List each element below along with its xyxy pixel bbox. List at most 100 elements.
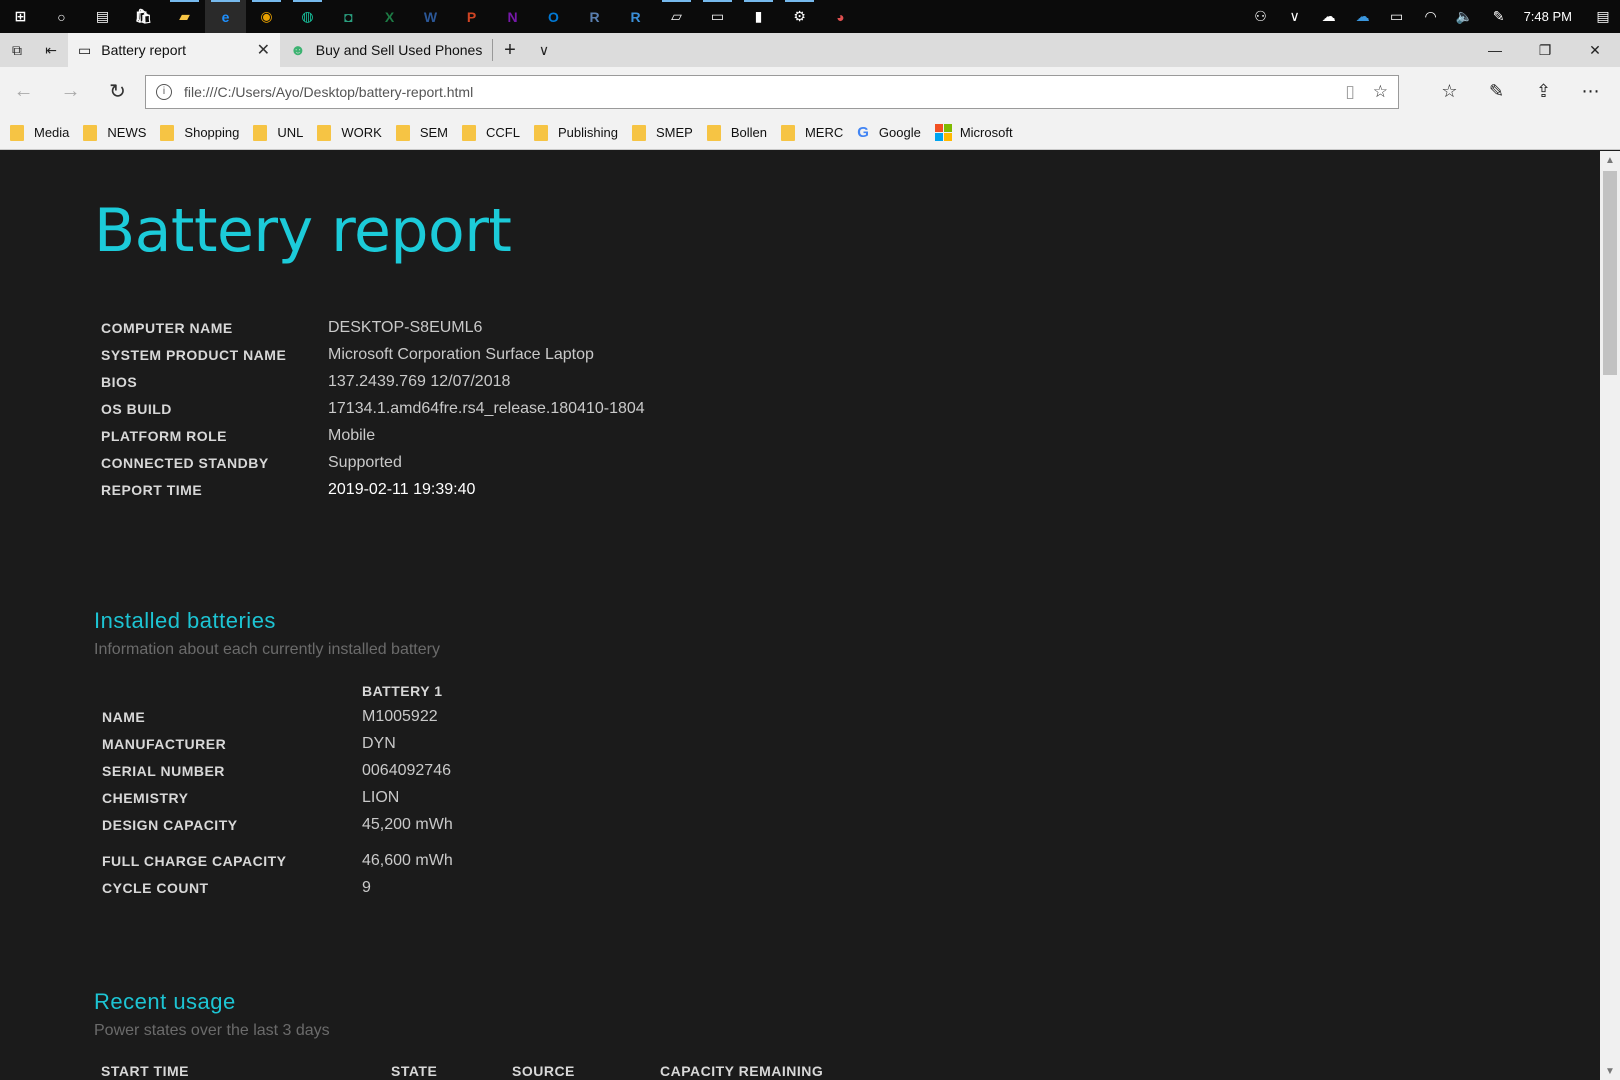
powerpoint-icon[interactable]: P [451, 0, 492, 33]
excel-icon[interactable]: X [369, 0, 410, 33]
forward-icon[interactable]: → [47, 67, 94, 116]
system-label: PLATFORM ROLE [101, 428, 228, 444]
word-icon[interactable]: W [410, 0, 451, 33]
bookmark-work[interactable]: WORK [317, 124, 382, 141]
close-window-icon[interactable]: ✕ [1570, 33, 1620, 67]
bookmark-label: Microsoft [959, 125, 1013, 140]
url-text[interactable]: file:///C:/Users/Ayo/Desktop/battery-rep… [184, 84, 1327, 100]
tab-battery-report[interactable]: ▭ Battery report ✕ [68, 33, 280, 67]
restore-icon[interactable]: ❐ [1520, 33, 1570, 67]
system-tray: ⚇ ∨ ☁ ☁ ▭ ◠ 🔈 ✎ 7:48 PM ▤ [1244, 0, 1620, 33]
battery-label: NAME [102, 709, 146, 725]
scrollbar-thumb[interactable] [1603, 171, 1617, 375]
wifi-icon[interactable]: ◠ [1414, 0, 1448, 33]
bookmark-microsoft[interactable]: Microsoft [934, 124, 1013, 141]
globe-app-icon[interactable]: ◍ [287, 0, 328, 33]
bookmark-label: NEWS [107, 125, 147, 140]
pen-icon[interactable]: ✎ [1482, 0, 1516, 33]
store-icon[interactable]: 🛍 [123, 0, 164, 33]
onedrive-white-icon[interactable]: ☁ [1312, 0, 1346, 33]
set-aside-tabs-icon[interactable]: ⇤ [34, 33, 68, 67]
battery-value: 9 [362, 879, 371, 896]
terminal-icon[interactable]: ▭ [697, 0, 738, 33]
scroll-down-icon[interactable]: ▼ [1600, 1062, 1620, 1080]
folder-icon [462, 124, 477, 141]
vertical-scrollbar[interactable]: ▲ ▼ [1600, 151, 1620, 1080]
system-value: 17134.1.amd64fre.rs4_release.180410-1804 [328, 400, 645, 417]
battery-label: CHEMISTRY [102, 790, 189, 806]
chrome-icon[interactable]: ◉ [246, 0, 287, 33]
bookmark-media[interactable]: Media [10, 124, 69, 141]
battery-icon[interactable]: ▭ [1380, 0, 1414, 33]
bookmark-label: SEM [419, 125, 449, 140]
folder-icon [631, 124, 646, 141]
recent-usage-heading: Recent usage [94, 989, 236, 1014]
onenote-icon[interactable]: N [492, 0, 533, 33]
rstudio-icon[interactable]: R [615, 0, 656, 33]
system-label: REPORT TIME [101, 482, 203, 498]
address-bar[interactable]: i file:///C:/Users/Ayo/Desktop/battery-r… [145, 74, 1399, 109]
battery-value: DYN [362, 735, 396, 752]
bookmark-label: MERC [804, 125, 844, 140]
bookmark-label: UNL [277, 125, 304, 140]
bookmark-google[interactable]: G Google [857, 124, 921, 141]
taskbar: ⊞ ○ ▤ 🛍 ▰ e ◉ ◍ ◘ X W P N O R R ▱ ▭ ▮ ⚙ ◕ ⚇ ∨ ☁ ☁ ▭ ◠ 🔈 ✎ 7:48 PM ▤ [0, 0, 1620, 33]
file-explorer-icon[interactable]: ▰ [164, 0, 205, 33]
new-tab-icon[interactable]: + [493, 33, 527, 67]
outlook-icon[interactable]: O [533, 0, 574, 33]
favorites-hub-icon[interactable]: ☆ [1426, 67, 1473, 116]
scroll-up-icon[interactable]: ▲ [1600, 151, 1620, 169]
bookmark-merc[interactable]: MERC [780, 124, 844, 141]
bookmark-label: Publishing [557, 125, 618, 140]
tab-list-chevron-icon[interactable]: ∨ [527, 33, 561, 67]
bookmark-unl[interactable]: UNL [253, 124, 304, 141]
edge-icon[interactable]: e [205, 0, 246, 33]
tray-icons: ⚇ ∨ ☁ ☁ ▭ ◠ 🔈 ✎ [1244, 0, 1516, 33]
paint-icon[interactable]: ◕ [820, 0, 861, 33]
info-icon[interactable]: i [156, 83, 172, 100]
usb-icon[interactable]: ▮ [738, 0, 779, 33]
minimize-icon[interactable]: — [1470, 33, 1520, 67]
share-icon[interactable]: ⇪ [1520, 67, 1567, 116]
folder-icon [533, 124, 548, 141]
battery-value: 0064092746 [362, 762, 451, 779]
tab-used-phones[interactable]: ☻ Buy and Sell Used Phones, I [280, 33, 492, 67]
reading-view-icon[interactable]: ▯ [1345, 82, 1354, 102]
battery-label: SERIAL NUMBER [102, 763, 225, 779]
start-icon[interactable]: ⊞ [0, 0, 41, 33]
bookmark-label: Google [878, 125, 921, 140]
system-value: DESKTOP-S8EUML6 [328, 319, 483, 336]
site-favicon-icon: ☻ [290, 41, 306, 59]
bookmark-sem[interactable]: SEM [395, 124, 449, 141]
r-icon[interactable]: R [574, 0, 615, 33]
volume-icon[interactable]: 🔈 [1448, 0, 1482, 33]
chevron-up-icon[interactable]: ∨ [1278, 0, 1312, 33]
add-notes-icon[interactable]: ✎ [1473, 67, 1520, 116]
favorite-star-icon[interactable]: ☆ [1373, 82, 1388, 102]
tab-preview-icon[interactable]: ⧉ [0, 33, 34, 67]
bookmark-ccfl[interactable]: CCFL [462, 124, 520, 141]
bookmark-label: Shopping [184, 125, 240, 140]
settings-icon[interactable]: ⚙ [779, 0, 820, 33]
system-value: Microsoft Corporation Surface Laptop [328, 346, 594, 363]
folder-icon [160, 124, 175, 141]
battery-column-header: BATTERY 1 [362, 683, 443, 699]
more-icon[interactable]: ⋯ [1567, 67, 1614, 116]
bookmark-shopping[interactable]: Shopping [160, 124, 240, 141]
app-icon[interactable]: ◘ [328, 0, 369, 33]
cortana-icon[interactable]: ○ [41, 0, 82, 33]
clock[interactable]: 7:48 PM [1516, 9, 1586, 24]
bookmark-smep[interactable]: SMEP [631, 124, 693, 141]
tablet-icon[interactable]: ▱ [656, 0, 697, 33]
bookmark-news[interactable]: NEWS [83, 124, 147, 141]
back-icon[interactable]: ← [0, 67, 47, 116]
google-icon: G [857, 124, 869, 141]
people-icon[interactable]: ⚇ [1244, 0, 1278, 33]
refresh-icon[interactable]: ↻ [94, 67, 141, 116]
notification-icon[interactable]: ▤ [1586, 0, 1620, 33]
close-tab-icon[interactable]: ✕ [257, 40, 270, 60]
bookmark-publishing[interactable]: Publishing [533, 124, 618, 141]
onedrive-blue-icon[interactable]: ☁ [1346, 0, 1380, 33]
bookmark-bollen[interactable]: Bollen [706, 124, 767, 141]
task-view-icon[interactable]: ▤ [82, 0, 123, 33]
